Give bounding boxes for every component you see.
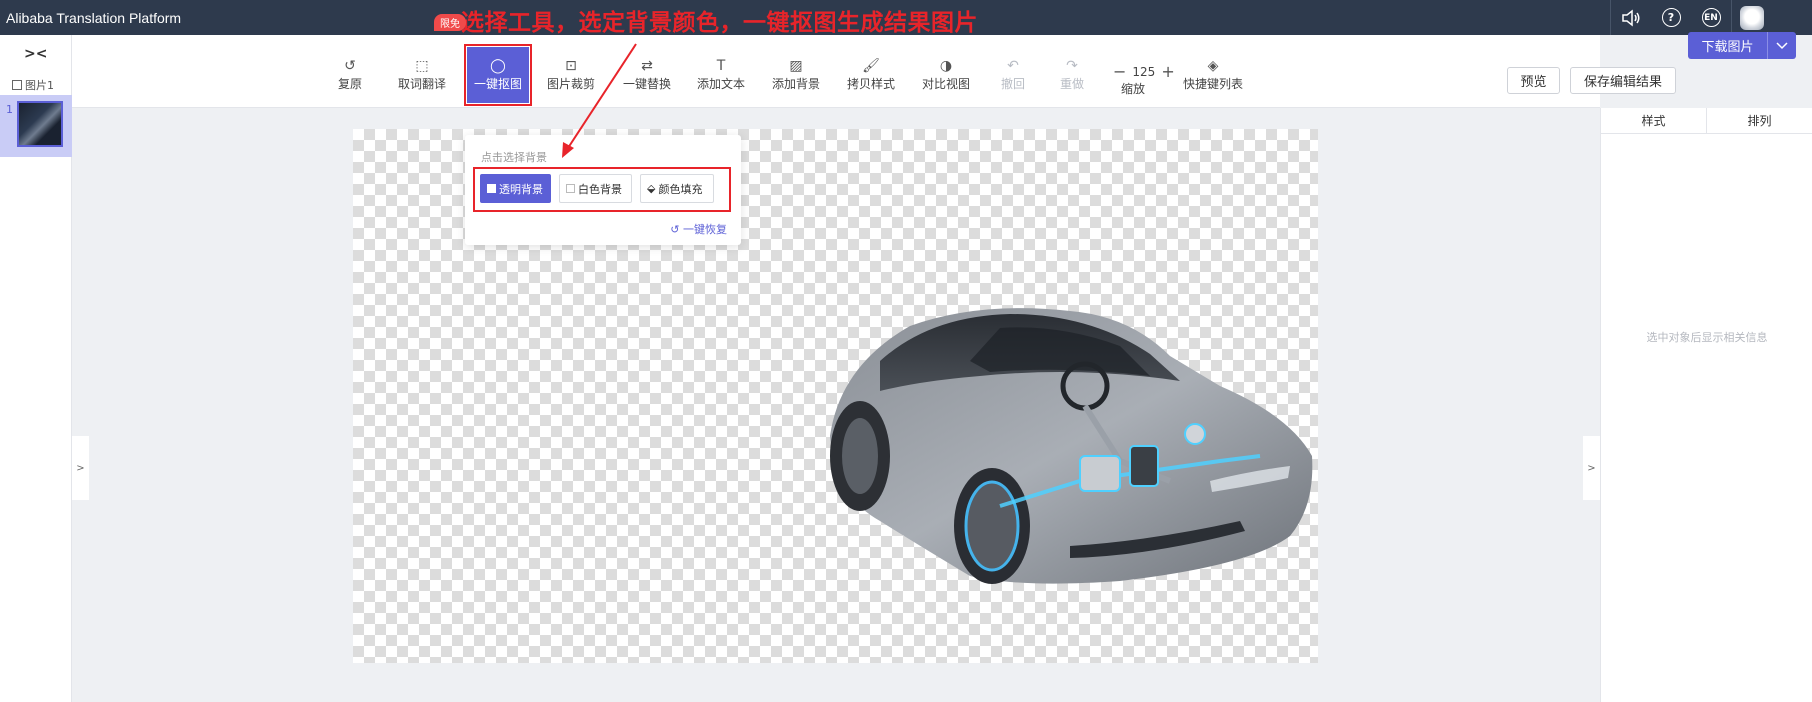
checkbox-icon (487, 184, 496, 193)
undo-label: 撤回 (1001, 77, 1026, 91)
select-icon: ⬚ (415, 58, 429, 74)
undo-button[interactable]: ↶ 撤回 (1001, 58, 1025, 92)
cutout-icon: ◯ (490, 58, 506, 74)
language-glyph: EN (1701, 8, 1721, 27)
option-label: 颜色填充 (658, 182, 703, 196)
select-translate-label: 取词翻译 (398, 77, 447, 91)
compare-view-label: 对比视图 (922, 77, 971, 91)
background-options: 透明背景 白色背景 ⬙ 颜色填充 (473, 167, 731, 212)
speaker-icon[interactable] (1611, 0, 1651, 35)
download-split-button: 下载图片 (1688, 32, 1796, 59)
redo-label: 重做 (1060, 77, 1085, 91)
paint-bucket-icon: ⬙ (647, 182, 656, 195)
shortcuts-label: 快捷键列表 (1183, 77, 1244, 91)
select-translate-button[interactable]: ⬚ 取词翻译 (398, 58, 446, 92)
download-button[interactable]: 下载图片 (1688, 32, 1768, 59)
annotation-text: 选择工具，选定背景颜色，一键抠图生成结果图片 (461, 10, 978, 36)
copy-style-label: 拷贝样式 (847, 77, 896, 91)
help-glyph: ? (1661, 8, 1681, 27)
crop-icon: ⊡ (565, 58, 577, 74)
top-bar: Alibaba Translation Platform 选择工具，选定背景颜色… (0, 0, 1812, 36)
zoom-in-button[interactable]: + (1155, 62, 1180, 81)
free-badge: 限免 (434, 14, 466, 31)
collapse-icon[interactable]: >< (24, 46, 47, 62)
white-background-option[interactable]: 白色背景 (559, 174, 632, 203)
zoom-value: 125 (1132, 64, 1156, 79)
cutout-label: 一键抠图 (473, 77, 522, 91)
color-fill-option[interactable]: ⬙ 颜色填充 (640, 174, 714, 203)
restore-icon: ↺ (670, 223, 680, 236)
left-panel-toggle[interactable]: > (72, 436, 89, 500)
add-background-label: 添加背景 (772, 77, 821, 91)
popover-title: 点击选择背景 (481, 151, 547, 164)
top-icons: ? EN (1610, 0, 1772, 35)
zoom-control: − 125 + (1107, 62, 1181, 81)
pages-label-text: 图片1 (25, 79, 54, 92)
save-edit-button[interactable]: 保存编辑结果 (1570, 67, 1676, 94)
shortcuts-button[interactable]: ◈ 快捷键列表 (1183, 58, 1243, 92)
tab-arrange[interactable]: 排列 (1706, 108, 1812, 133)
left-panel: >< 图片1 1 (0, 35, 72, 702)
chevron-down-icon[interactable] (1768, 32, 1796, 59)
app-title: Alibaba Translation Platform (6, 9, 182, 26)
thumbnail-number: 1 (6, 103, 13, 116)
text-icon: T (716, 58, 726, 74)
preview-button[interactable]: 预览 (1507, 67, 1560, 94)
car-image[interactable] (820, 306, 1315, 591)
tab-style[interactable]: 样式 (1601, 108, 1706, 133)
replace-label: 一键替换 (623, 77, 672, 91)
grid-icon (12, 80, 22, 90)
brush-icon: 🖌 (862, 58, 880, 74)
pages-label: 图片1 (12, 77, 54, 93)
background-icon: ▨ (789, 58, 803, 74)
option-label: 白色背景 (578, 182, 622, 196)
crop-label: 图片裁剪 (547, 77, 596, 91)
right-panel-tabs: 样式 排列 (1601, 108, 1812, 134)
page-thumbnail-row[interactable]: 1 (0, 95, 72, 157)
add-text-label: 添加文本 (697, 77, 746, 91)
add-background-button[interactable]: ▨ 添加背景 (772, 58, 820, 92)
one-click-restore-button[interactable]: ↺ 一键恢复 (670, 221, 727, 237)
transparent-background-option[interactable]: 透明背景 (480, 174, 551, 203)
help-icon[interactable]: ? (1651, 0, 1691, 35)
add-text-button[interactable]: T 添加文本 (697, 58, 745, 92)
redo-button[interactable]: ↷ 重做 (1060, 58, 1084, 92)
toolbar: ↺ 复原 ⬚ 取词翻译 ◯ 一键抠图 ⊡ 图片裁剪 ⇄ 一键替换 T 添加文本 ▨ 添加背景 … (72, 35, 1676, 108)
copy-style-button[interactable]: 🖌 拷贝样式 (847, 58, 895, 92)
page-thumbnail[interactable] (17, 101, 63, 147)
redo-icon: ↷ (1066, 58, 1078, 74)
language-icon[interactable]: EN (1691, 0, 1731, 35)
compare-view-button[interactable]: ◑ 对比视图 (922, 58, 970, 92)
replace-icon: ⇄ (641, 58, 653, 74)
checkbox-icon (566, 184, 575, 193)
restore-label: 复原 (338, 77, 363, 91)
empty-hint: 选中对象后显示相关信息 (1646, 331, 1768, 344)
cutout-button[interactable]: ◯ 一键抠图 (464, 44, 532, 106)
crop-button[interactable]: ⊡ 图片裁剪 (547, 58, 595, 92)
restore-icon: ↺ (344, 58, 356, 74)
background-popover: 点击选择背景 透明背景 白色背景 ⬙ 颜色填充 ↺ 一键恢复 (465, 135, 741, 245)
compare-icon: ◑ (939, 58, 953, 74)
zoom-label: 缩放 (1121, 82, 1146, 96)
replace-button[interactable]: ⇄ 一键替换 (623, 58, 671, 92)
shortcuts-icon: ◈ (1207, 58, 1219, 74)
zoom-out-button[interactable]: − (1107, 62, 1132, 81)
avatar-icon (1740, 5, 1764, 30)
restore-label: 一键恢复 (683, 223, 727, 236)
restore-button[interactable]: ↺ 复原 (338, 58, 362, 92)
undo-icon: ↶ (1007, 58, 1019, 74)
user-avatar[interactable] (1732, 0, 1772, 35)
option-label: 透明背景 (499, 182, 543, 196)
right-panel-toggle[interactable]: > (1583, 436, 1600, 500)
right-panel: 样式 排列 选中对象后显示相关信息 (1600, 108, 1812, 702)
